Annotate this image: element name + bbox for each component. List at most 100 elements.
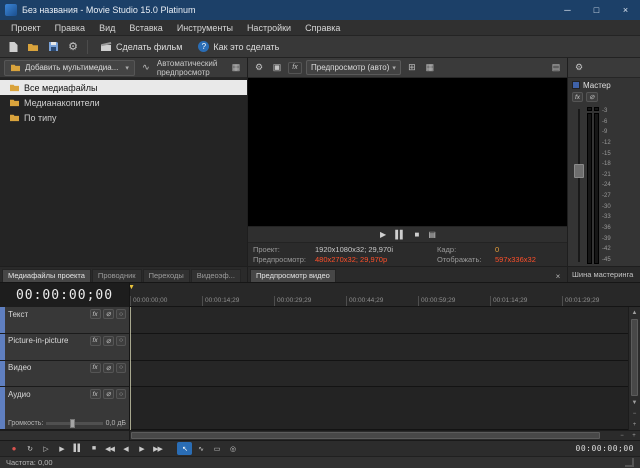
views-icon[interactable]: ▦ bbox=[229, 61, 243, 75]
menu-item[interactable]: Вставка bbox=[122, 20, 169, 35]
horizontal-scrollbar[interactable] bbox=[130, 431, 616, 440]
timeline-lanes[interactable] bbox=[130, 307, 628, 430]
master-fx-icon[interactable]: fx bbox=[572, 92, 583, 102]
mixer-settings-icon[interactable]: ⚙ bbox=[572, 61, 586, 75]
open-project-button[interactable] bbox=[24, 38, 42, 56]
close-button[interactable]: × bbox=[611, 0, 640, 20]
menu-item[interactable]: Инструменты bbox=[170, 20, 240, 35]
master-meter[interactable] bbox=[587, 107, 599, 264]
menu-item[interactable]: Вид bbox=[92, 20, 122, 35]
external-monitor-icon[interactable]: ▣ bbox=[270, 61, 284, 75]
track-name[interactable]: Аудио bbox=[8, 390, 31, 399]
play-button[interactable]: ▶ bbox=[54, 442, 69, 455]
vertical-scroll-thumb[interactable] bbox=[631, 319, 638, 396]
vertical-scrollbar[interactable]: ▲ ▼ − + bbox=[628, 307, 640, 430]
master-fader[interactable] bbox=[573, 107, 584, 264]
preview-stop-button[interactable]: ■ bbox=[415, 230, 419, 239]
auto-preview-label[interactable]: Автоматический предпросмотр bbox=[157, 59, 221, 77]
Picture-in-picture[interactable] bbox=[130, 334, 628, 361]
Аудио[interactable]: Аудио fx ⊘ ○ Громкость: 0,0 дБ bbox=[0, 387, 129, 430]
horizontal-scroll-thumb[interactable] bbox=[131, 432, 600, 439]
timeline-ruler[interactable]: ▼ 00:00:00;0000:00:14;2900:00:29;2900:00… bbox=[130, 283, 640, 307]
timeline-time-display[interactable]: 00:00:00;00 bbox=[0, 283, 130, 307]
video-output-fx-icon[interactable]: fx bbox=[288, 62, 302, 74]
menu-item[interactable]: Справка bbox=[298, 20, 347, 35]
track-mute-icon[interactable]: ⊘ bbox=[103, 389, 114, 399]
menu-item[interactable]: Правка bbox=[48, 20, 92, 35]
media-tab[interactable]: Проводник bbox=[92, 269, 142, 282]
track-name[interactable]: Текст bbox=[8, 310, 28, 319]
track-fx-icon[interactable]: fx bbox=[90, 309, 101, 319]
track-name[interactable]: Picture-in-picture bbox=[8, 336, 68, 345]
zoom-in-vertical-button[interactable]: + bbox=[629, 419, 640, 430]
preview-pause-button[interactable]: ▌▌ bbox=[395, 230, 404, 239]
media-tab[interactable]: Переходы bbox=[143, 269, 190, 282]
playhead-cursor[interactable] bbox=[130, 307, 131, 430]
add-media-button[interactable]: Добавить мультимедиа... ▾ bbox=[4, 60, 135, 76]
menu-item[interactable]: Настройки bbox=[240, 20, 298, 35]
playhead-marker-icon[interactable]: ▼ bbox=[130, 284, 135, 291]
Аудио[interactable] bbox=[130, 387, 628, 430]
clip-indicator-right[interactable] bbox=[594, 107, 599, 111]
master-color-swatch[interactable] bbox=[572, 81, 580, 89]
step-back-button[interactable]: ◀ bbox=[118, 442, 133, 455]
master-fader-handle[interactable] bbox=[574, 164, 584, 178]
media-tree-item[interactable]: Все медиафайлы bbox=[0, 80, 247, 95]
Видео[interactable]: Видео fx ⊘ ○ bbox=[0, 361, 129, 388]
auto-preview-icon[interactable]: ∿ bbox=[139, 61, 153, 75]
preview-play-button[interactable]: ▶ bbox=[380, 230, 385, 239]
Picture-in-picture[interactable]: Picture-in-picture fx ⊘ ○ bbox=[0, 334, 129, 361]
track-header-resize-area[interactable] bbox=[0, 431, 130, 440]
track-solo-icon[interactable]: ○ bbox=[116, 336, 126, 346]
normal-edit-tool-button[interactable]: ↖ bbox=[177, 442, 192, 455]
clip-indicator-left[interactable] bbox=[587, 107, 592, 111]
track-solo-icon[interactable]: ○ bbox=[116, 309, 126, 319]
zoom-out-button[interactable]: − bbox=[616, 431, 628, 440]
track-mute-icon[interactable]: ⊘ bbox=[103, 336, 114, 346]
meter-clip-indicators[interactable] bbox=[587, 107, 599, 111]
how-to-button[interactable]: ? Как это сделать bbox=[191, 38, 286, 56]
dock-options-icon[interactable]: ▤ bbox=[549, 61, 563, 75]
zoom-edit-tool-button[interactable]: ◎ bbox=[225, 442, 240, 455]
go-to-start-button[interactable]: ◀◀ bbox=[102, 442, 117, 455]
track-solo-icon[interactable]: ○ bbox=[116, 389, 126, 399]
master-bus-tab[interactable]: Шина мастеринга bbox=[568, 266, 640, 282]
resize-grip-icon[interactable] bbox=[625, 458, 634, 467]
track-solo-icon[interactable]: ○ bbox=[116, 363, 126, 373]
title-bar[interactable]: Без названия - Movie Studio 15.0 Platinu… bbox=[0, 0, 640, 20]
track-mute-icon[interactable]: ⊘ bbox=[103, 309, 114, 319]
make-movie-button[interactable]: Сделать фильм bbox=[93, 38, 189, 56]
new-project-button[interactable] bbox=[4, 38, 22, 56]
Текст[interactable] bbox=[130, 307, 628, 334]
loop-playback-button[interactable]: ↻ bbox=[22, 442, 37, 455]
zoom-in-button[interactable]: + bbox=[628, 431, 640, 440]
preview-quality-dropdown[interactable]: Предпросмотр (авто) ▾ bbox=[306, 60, 401, 75]
track-fx-icon[interactable]: fx bbox=[90, 363, 101, 373]
track-volume-slider[interactable] bbox=[46, 422, 102, 425]
track-volume-handle[interactable] bbox=[70, 419, 75, 428]
save-project-button[interactable] bbox=[44, 38, 62, 56]
play-from-start-button[interactable]: ▷ bbox=[38, 442, 53, 455]
media-tab[interactable]: Медиафайлы проекта bbox=[2, 269, 91, 282]
scroll-up-icon[interactable]: ▲ bbox=[629, 307, 640, 318]
stop-button[interactable]: ■ bbox=[86, 442, 101, 455]
scroll-down-icon[interactable]: ▼ bbox=[629, 397, 640, 408]
transport-time-display[interactable]: 00:00:00;00 bbox=[576, 444, 634, 453]
step-forward-button[interactable]: ▶ bbox=[134, 442, 149, 455]
close-icon[interactable]: × bbox=[551, 270, 565, 282]
split-screen-icon[interactable]: ▦ bbox=[423, 61, 437, 75]
selection-edit-tool-button[interactable]: ▭ bbox=[209, 442, 224, 455]
video-preview-display[interactable] bbox=[248, 78, 567, 226]
minimize-button[interactable]: ─ bbox=[553, 0, 582, 20]
media-tree-item[interactable]: Медианакопители bbox=[0, 95, 247, 110]
Текст[interactable]: Текст fx ⊘ ○ bbox=[0, 307, 129, 334]
go-to-end-button[interactable]: ▶▶ bbox=[150, 442, 165, 455]
pause-button[interactable]: ▌▌ bbox=[70, 442, 85, 455]
video-settings-icon[interactable]: ⚙ bbox=[252, 61, 266, 75]
track-mute-icon[interactable]: ⊘ bbox=[103, 363, 114, 373]
record-button[interactable]: ● bbox=[6, 442, 21, 455]
track-name[interactable]: Видео bbox=[8, 363, 31, 372]
track-fx-icon[interactable]: fx bbox=[90, 389, 101, 399]
project-properties-button[interactable]: ⚙ bbox=[64, 38, 82, 56]
menu-item[interactable]: Проект bbox=[4, 20, 48, 35]
